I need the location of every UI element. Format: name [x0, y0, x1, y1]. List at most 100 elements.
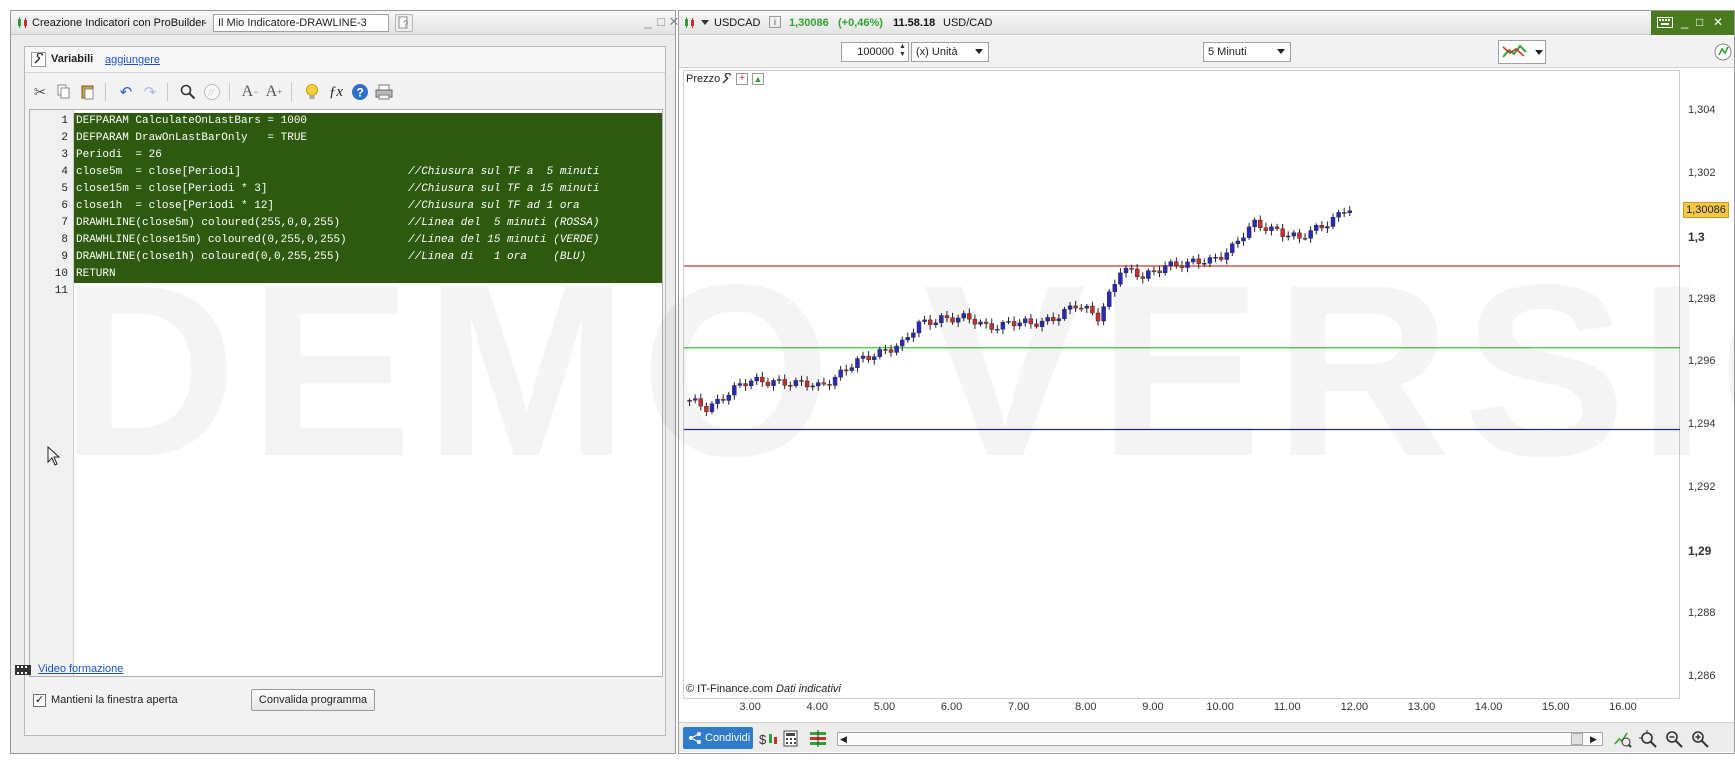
candle-body	[1241, 237, 1246, 242]
candle-body	[872, 356, 877, 361]
line-number: 10	[54, 268, 68, 280]
cut-icon[interactable]: ✂	[29, 81, 51, 103]
toolbar-separator	[229, 83, 230, 101]
candle-body	[1280, 228, 1285, 237]
candle-body	[1151, 270, 1157, 272]
redo-icon[interactable]: ↷	[139, 81, 161, 103]
candle-body	[1112, 284, 1118, 293]
comment-icon[interactable]: //	[201, 81, 223, 103]
info-icon[interactable]: i	[769, 16, 781, 28]
maximize-icon[interactable]: □	[1696, 15, 1703, 29]
order-book-icon[interactable]	[809, 730, 827, 747]
add-variable-link[interactable]: aggiungere	[105, 54, 160, 66]
candle-body	[771, 380, 776, 386]
time-scrollbar[interactable]: ◀ ▶	[837, 732, 1603, 746]
chevron-down-icon[interactable]	[701, 20, 709, 25]
line-number: 7	[61, 217, 68, 229]
candle-body	[1302, 238, 1308, 240]
last-price: 1,30086	[789, 17, 829, 29]
help-doc-icon[interactable]: ?	[395, 14, 413, 32]
scroll-left-icon[interactable]: ◀	[840, 734, 847, 745]
candle-body	[844, 369, 849, 372]
validate-program-button[interactable]: Convalida programma	[251, 689, 375, 711]
indicator-chart-icon[interactable]	[1498, 40, 1546, 64]
candle-body	[1017, 322, 1022, 327]
x-tick-label: 6.00	[940, 701, 963, 713]
candle-body	[1341, 212, 1347, 214]
candle-body	[816, 382, 821, 387]
currency-pair: USD/CAD	[943, 17, 993, 29]
search-icon[interactable]	[177, 81, 199, 103]
price-chart[interactable]: Prezzo + ▲ © IT-Finance.com Dati indicat…	[683, 70, 1681, 699]
maximize-icon[interactable]: □	[654, 15, 668, 29]
copy-icon[interactable]	[53, 81, 75, 103]
candle-body	[1336, 212, 1341, 218]
code-comment: //Chiusura sul TF a 15 minuti	[408, 183, 600, 195]
zoom-area-icon[interactable]	[1639, 730, 1657, 748]
candle-body	[1230, 243, 1235, 253]
video-icon[interactable]	[15, 664, 31, 676]
paste-icon[interactable]	[77, 81, 99, 103]
candle-body	[939, 315, 944, 324]
candlestick-chart-icon[interactable]	[683, 16, 696, 29]
candle-body	[1101, 306, 1106, 322]
timeframe-select[interactable]: 5 Minuti	[1203, 42, 1291, 62]
minimize-icon[interactable]: _	[641, 15, 655, 29]
add-indicator-icon[interactable]	[1713, 42, 1733, 62]
time-axis[interactable]: 3.00 4.00 5.00 6.00 7.00 8.00 9.00 10.00 11.00 12…	[683, 699, 1680, 717]
variables-bar: Variabili aggiungere	[25, 47, 665, 73]
scroll-thumb[interactable]	[1571, 733, 1583, 745]
candle-body	[1084, 305, 1090, 309]
candle-body	[709, 403, 715, 412]
price-axis[interactable]: 1,304 1,302 1,3 1,298 1,296 1,294 1,292 1,29 1,2…	[1680, 70, 1732, 699]
line-number: 8	[61, 234, 68, 246]
undo-icon[interactable]: ↶	[115, 81, 137, 103]
keep-open-checkbox[interactable]: ✓	[33, 694, 46, 707]
function-icon[interactable]: ƒx	[325, 81, 347, 103]
candle-body	[760, 376, 765, 383]
candle-body	[1286, 235, 1291, 238]
scroll-right-icon[interactable]: ▶	[1590, 734, 1597, 745]
zoom-out-icon[interactable]	[1665, 730, 1683, 748]
candle-body	[1291, 232, 1297, 237]
dollar-chart-icon[interactable]: $	[759, 730, 779, 748]
code-editor[interactable]: 1 2 3 4 5 6 7 8 9 10 11 DEFPARAM CalculateOnLastBa…	[29, 109, 663, 677]
code-line: close1h = close[Periodi * 12]	[76, 200, 275, 212]
lightbulb-icon[interactable]	[301, 81, 323, 103]
candle-body	[1157, 270, 1162, 274]
zoom-chart-icon[interactable]	[1614, 730, 1632, 748]
x-tick-label: 11.00	[1273, 701, 1301, 713]
indicator-name-field[interactable]: Il Mio Indicatore-DRAWLINE-3	[213, 14, 389, 32]
close-icon[interactable]: ✕	[1713, 15, 1723, 29]
candle-body	[1000, 321, 1006, 330]
candle-body	[849, 367, 855, 371]
candle-body	[1263, 227, 1269, 231]
quantity-stepper[interactable]: ▲ ▼	[899, 43, 906, 59]
candle-body	[1297, 232, 1302, 239]
keyboard-icon[interactable]	[1657, 17, 1673, 28]
candle-body	[832, 376, 838, 386]
candle-body	[720, 398, 726, 401]
toolbar-separator	[167, 83, 168, 101]
candle-body	[793, 380, 799, 386]
candlestick-app-icon	[16, 16, 29, 29]
candle-body	[748, 380, 754, 387]
zoom-in-icon[interactable]	[1691, 730, 1709, 748]
code-line: DRAWHLINE(close5m) coloured(255,0,0,255)	[76, 217, 341, 229]
font-increase-icon[interactable]: A +	[263, 81, 285, 103]
print-icon[interactable]	[373, 81, 395, 103]
candle-body	[1274, 226, 1280, 230]
minimize-icon[interactable]: _	[1681, 14, 1688, 29]
video-training-link[interactable]: Video formazione	[38, 663, 123, 675]
candle-body	[1308, 230, 1313, 239]
mouse-cursor	[47, 445, 61, 466]
wrench-icon[interactable]	[31, 52, 46, 67]
share-button[interactable]: Condividi	[683, 727, 753, 749]
candle-body	[1146, 270, 1151, 279]
unit-select[interactable]: (x) Unità	[911, 42, 989, 62]
help-icon[interactable]: ?	[349, 81, 371, 103]
candle-body	[916, 321, 922, 334]
candle-body	[950, 317, 955, 323]
font-decrease-icon[interactable]: A −	[239, 81, 261, 103]
calculator-icon[interactable]	[783, 730, 799, 747]
